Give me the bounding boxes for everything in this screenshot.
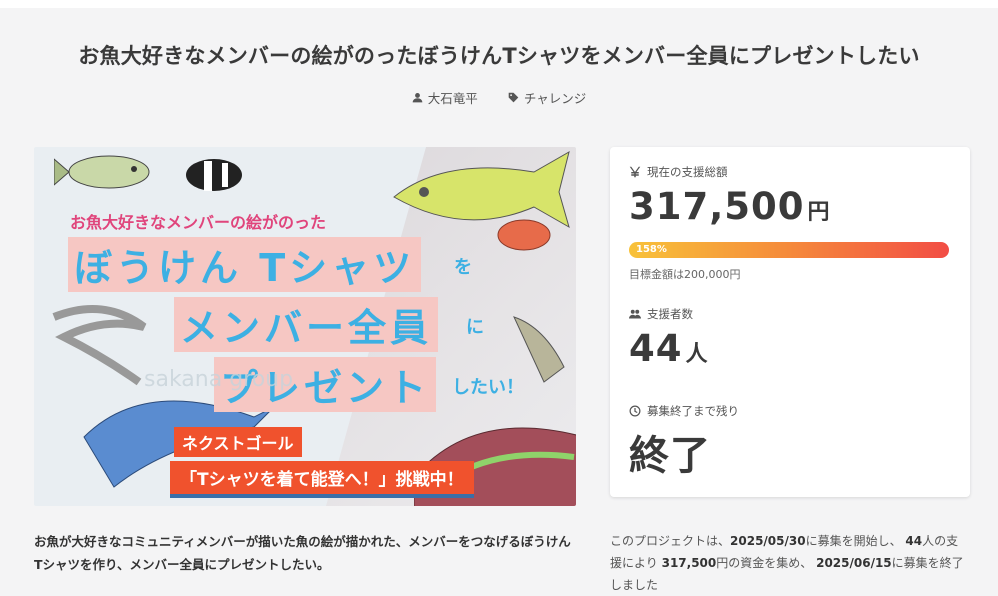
users-icon bbox=[629, 309, 641, 319]
hero-watermark: sakana group bbox=[144, 367, 294, 392]
funding-status-card: 現在の支援総額 317,500 円 158% 目標金額は200,000円 支援者数… bbox=[610, 147, 970, 497]
author-name: 大石竜平 bbox=[427, 91, 478, 106]
page-title: お魚大好きなメンバーの絵がのったぼうけんTシャツをメンバー全員にプレゼントしたい bbox=[78, 44, 920, 68]
fish-drawing-5 bbox=[52, 305, 147, 386]
hero-subtitle: お魚大好きなメンバーの絵がのった bbox=[70, 213, 327, 232]
total-amount: 317,500 円 bbox=[629, 185, 831, 228]
project-summary: このプロジェクトは、2025/05/30に募集を開始し、 44人の支援により 3… bbox=[610, 530, 970, 596]
summary-start-date: 2025/05/30 bbox=[730, 534, 806, 548]
hero-line-members-suffix: に bbox=[466, 317, 484, 338]
summary-amount: 317,500 bbox=[661, 556, 717, 570]
project-meta: 大石竜平 チャレンジ bbox=[0, 88, 998, 107]
tag-link[interactable]: チャレンジ bbox=[508, 88, 586, 107]
summary-text-4: 円の資金を集め、 bbox=[716, 556, 813, 570]
hero-line-tshirt: ぼうけん Tシャツ bbox=[68, 237, 422, 292]
tag-icon bbox=[508, 92, 519, 103]
supporters-unit: 人 bbox=[685, 342, 709, 367]
fish-drawing-2 bbox=[186, 159, 242, 191]
fish-drawing-1 bbox=[54, 155, 150, 189]
clock-icon bbox=[629, 405, 641, 417]
goal-amount: 目標金額は200,000円 bbox=[629, 268, 741, 281]
summary-text-1: このプロジェクトは、 bbox=[610, 534, 731, 548]
remaining-label: 募集終了まで残り bbox=[647, 404, 739, 418]
progress-bar: 158% bbox=[629, 242, 949, 258]
fish-drawing-4 bbox=[497, 219, 551, 251]
total-label: 現在の支援総額 bbox=[647, 165, 728, 179]
summary-end-date: 2025/06/15 bbox=[816, 556, 892, 570]
supporters-value: 44 bbox=[629, 327, 683, 370]
progress-label: 158% bbox=[636, 244, 667, 255]
next-goal-badge: ネクストゴール bbox=[174, 427, 302, 457]
tag-name: チャレンジ bbox=[523, 91, 587, 106]
remaining-label-row: 募集終了まで残り bbox=[629, 403, 739, 419]
project-hero-image: お魚大好きなメンバーの絵がのった ぼうけん Tシャツ を メンバー全員 に プレ… bbox=[34, 147, 576, 506]
challenge-banner: 「Tシャツを着て能登へ！」挑戦中！ bbox=[170, 461, 474, 498]
hero-line-present-suffix: したい！ bbox=[452, 377, 524, 398]
supporters-label: 支援者数 bbox=[647, 307, 693, 321]
total-unit: 円 bbox=[807, 200, 831, 225]
project-description: お魚が大好きなコミュニティメンバーが描いた魚の絵が描かれた、メンバーをつなげるぼ… bbox=[34, 534, 571, 572]
remaining-status: 終了 bbox=[629, 433, 711, 479]
yen-icon bbox=[629, 166, 641, 178]
hero-line-members: メンバー全員 bbox=[174, 297, 439, 352]
supporters-count: 44 人 bbox=[629, 327, 709, 370]
top-strip bbox=[0, 0, 998, 8]
summary-text-2: に募集を開始し、 bbox=[805, 534, 902, 548]
user-icon bbox=[412, 93, 423, 103]
total-value: 317,500 bbox=[629, 185, 805, 228]
summary-supporters: 44 bbox=[905, 534, 923, 548]
author-link[interactable]: 大石竜平 bbox=[412, 88, 478, 107]
supporters-label-row: 支援者数 bbox=[629, 306, 693, 322]
hero-line-tshirt-suffix: を bbox=[454, 257, 472, 278]
total-label-row: 現在の支援総額 bbox=[629, 164, 728, 180]
